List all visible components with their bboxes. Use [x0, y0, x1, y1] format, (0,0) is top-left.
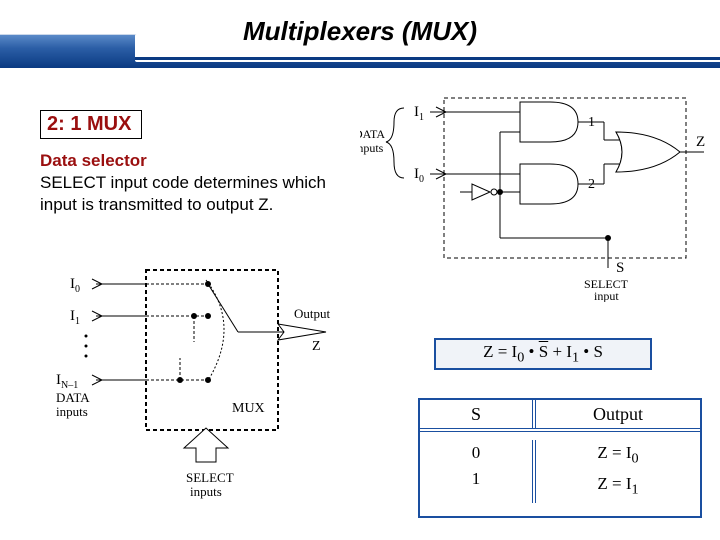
- mux-block-diagram: I0 I1 IN–1 Output Z MUX DATA inputs SELE…: [38, 262, 338, 510]
- svg-text:inputs: inputs: [190, 484, 222, 499]
- svg-text:Z: Z: [312, 339, 321, 354]
- description-text: Data selector SELECT input code determin…: [40, 150, 340, 216]
- svg-text:I1: I1: [70, 308, 80, 327]
- truth-cell: 1: [472, 466, 481, 492]
- svg-text:SELECT: SELECT: [186, 470, 234, 485]
- truth-table: S Output 0 1 Z = I0 Z = I1: [418, 398, 702, 518]
- truth-cell: Z = I1: [597, 471, 638, 502]
- svg-text:MUX: MUX: [232, 401, 265, 416]
- desc-body: SELECT input code determines which input…: [40, 173, 326, 214]
- equation-box: Z = I0 • S + I1 • S: [434, 338, 652, 370]
- svg-text:I0: I0: [70, 276, 80, 295]
- truth-body: 0 1 Z = I0 Z = I1: [420, 432, 700, 503]
- svg-text:IN–1: IN–1: [56, 372, 78, 391]
- svg-text:I1: I1: [414, 104, 424, 123]
- title-underline: [135, 57, 720, 60]
- truth-col-out: Z = I0 Z = I1: [536, 440, 700, 503]
- slide-title: Multiplexers (MUX): [0, 16, 720, 47]
- truth-header-output: Output: [536, 400, 700, 428]
- svg-text:inputs: inputs: [56, 404, 88, 419]
- section-heading: 2: 1 MUX: [40, 110, 142, 139]
- svg-text:inputs: inputs: [360, 141, 384, 155]
- svg-text:DATA: DATA: [56, 390, 90, 405]
- svg-text:DATA: DATA: [360, 127, 385, 141]
- mux-gate-diagram: I1 I0 DATA inputs 1 2 Z S SELECT input: [360, 92, 712, 302]
- truth-header-s: S: [420, 400, 536, 428]
- truth-header-row: S Output: [420, 400, 700, 432]
- svg-text:Output: Output: [294, 306, 331, 321]
- truth-cell: Z = I0: [597, 440, 638, 471]
- svg-text:S: S: [616, 260, 624, 276]
- truth-cell: 0: [472, 440, 481, 466]
- svg-text:Z: Z: [696, 134, 705, 150]
- truth-col-s: 0 1: [420, 440, 536, 503]
- svg-text:I0: I0: [414, 166, 424, 185]
- desc-emphasis: Data selector: [40, 151, 147, 170]
- svg-text:input: input: [594, 289, 619, 302]
- equation-text: Z = I0 • S + I1 • S: [483, 342, 603, 366]
